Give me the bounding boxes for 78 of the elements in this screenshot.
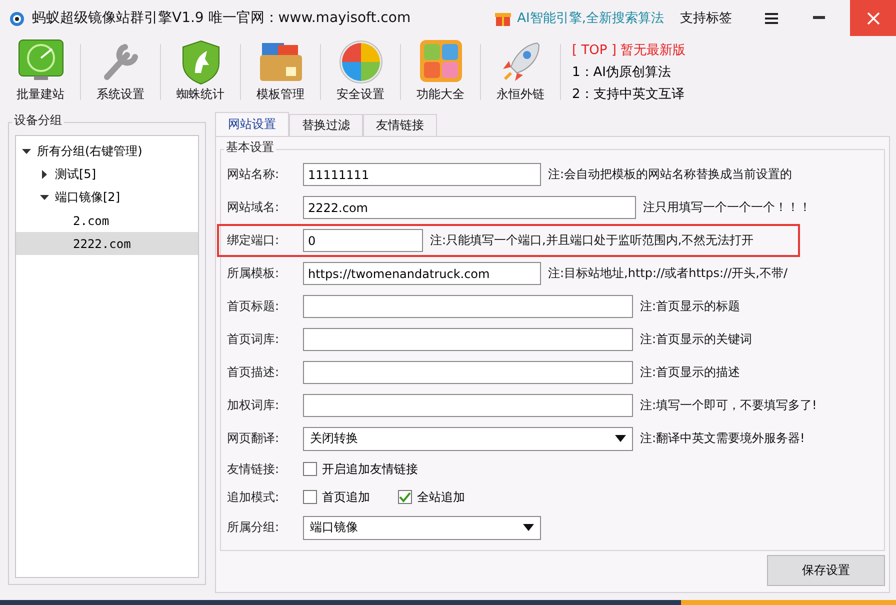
field-note: 注:首页显示的关键词 [640, 331, 752, 348]
field-note: 注只用填写一个一个一个！！！ [643, 199, 811, 216]
ant-logo-icon [8, 9, 26, 27]
radar-icon [18, 39, 64, 81]
input-field[interactable] [303, 295, 633, 318]
input-field[interactable] [303, 394, 633, 417]
field-note: 注:翻译中英文需要境外服务器! [640, 430, 805, 447]
tree-item[interactable]: 所有分组(右键管理) [16, 140, 198, 163]
close-icon [866, 12, 880, 24]
save-button[interactable]: 保存设置 [767, 555, 885, 586]
dropdown-field[interactable]: 关闭转换 [303, 426, 633, 450]
minimize-icon [813, 16, 825, 20]
field-label: 加权词库: [227, 397, 280, 414]
input-field[interactable]: 11111111 [303, 163, 541, 186]
field-label: 网页翻译: [227, 430, 280, 447]
toolbar-button[interactable]: 功能大全 [404, 37, 477, 107]
news-line: 1：AI伪原创算法 [572, 64, 672, 81]
toolbar-button[interactable]: 批量建站 [4, 37, 77, 107]
tree-item-label: 所有分组(右键管理) [37, 143, 142, 160]
tiles-icon [418, 39, 462, 83]
field-note: 注:首页显示的描述 [640, 364, 740, 381]
close-button[interactable] [850, 0, 896, 36]
tags-link[interactable]: 支持标签 [680, 9, 732, 27]
field-label: 网站域名: [227, 199, 280, 216]
field-label: 网站名称: [227, 166, 280, 183]
field-note: 注:填写一个即可，不要填写多了! [640, 397, 817, 414]
input-field[interactable] [303, 361, 633, 384]
tree-item-label: 2.com [73, 214, 110, 228]
group-title: 设备分组 [12, 112, 64, 129]
dropdown-caret-icon [615, 435, 626, 442]
dropdown-field[interactable]: 端口镜像 [303, 516, 541, 540]
tree-item-label: 端口镜像[2] [55, 189, 120, 206]
field-note: 注:首页显示的标题 [640, 298, 740, 315]
field-note: 注:会自动把模板的网站名称替换成当前设置的 [548, 166, 792, 183]
tab[interactable]: 网站设置 [215, 112, 289, 136]
refresh-icon [338, 39, 384, 85]
tree-item[interactable]: 2222.com [16, 232, 198, 255]
tree-item[interactable]: 测试[5] [16, 163, 198, 186]
toolbar-button[interactable]: 安全设置 [324, 37, 397, 107]
field-label: 所属分组: [227, 519, 280, 536]
input-field[interactable]: 2222.com [303, 196, 636, 219]
expand-arrow-icon[interactable] [40, 170, 49, 179]
checkbox-option[interactable]: 首页追加 [303, 488, 370, 506]
window-title: 蚂蚁超级镜像站群引擎V1.9 唯一官网：www.mayisoft.com [32, 9, 411, 27]
checkbox-option[interactable]: 开启追加友情链接 [303, 460, 418, 478]
shield-icon [180, 39, 220, 85]
toolbar-button[interactable]: 永恒外链 [484, 37, 557, 107]
field-label: 追加模式: [227, 488, 280, 506]
input-field[interactable]: https://twomenandatruck.com [303, 262, 541, 285]
menu-icon [764, 12, 778, 24]
checkbox[interactable] [398, 490, 412, 504]
tree-item-label: 2222.com [73, 236, 131, 250]
checkbox[interactable] [303, 490, 317, 504]
field-note: 注:只能填写一个端口,并且端口处于监听范围内,不然无法打开 [430, 232, 754, 249]
tree-item[interactable]: 端口镜像[2] [16, 186, 198, 209]
news-line: 2：支持中英文互译 [572, 86, 686, 103]
input-field[interactable] [303, 328, 633, 351]
news-headline: [ TOP ] 暂无最新版 [572, 42, 686, 59]
dropdown-caret-icon [523, 524, 534, 531]
field-label: 友情链接: [227, 460, 280, 478]
promo-link[interactable]: AI智能引擎,全新搜索算法 [517, 9, 664, 27]
collapse-arrow-icon[interactable] [22, 147, 31, 156]
collapse-arrow-icon[interactable] [40, 193, 49, 202]
field-label: 首页标题: [227, 298, 280, 315]
field-label: 首页词库: [227, 331, 280, 348]
field-note: 注:目标站地址,http://或者https://开头,不带/ [548, 265, 788, 282]
toolbar-button[interactable]: 系统设置 [84, 37, 157, 107]
tree-item[interactable]: 2.com [16, 209, 198, 232]
field-label: 首页描述: [227, 364, 280, 381]
toolbar-button[interactable]: 模板管理 [244, 37, 317, 107]
checkbox-option[interactable]: 全站追加 [398, 488, 465, 506]
checkbox[interactable] [303, 462, 317, 476]
toolbar-button[interactable]: 蜘蛛统计 [164, 37, 237, 107]
field-label: 绑定端口: [227, 232, 280, 249]
tree-item-label: 测试[5] [55, 166, 96, 183]
field-label: 所属模板: [227, 265, 280, 282]
checkmark-icon [399, 492, 411, 502]
input-field[interactable]: 0 [303, 229, 423, 252]
